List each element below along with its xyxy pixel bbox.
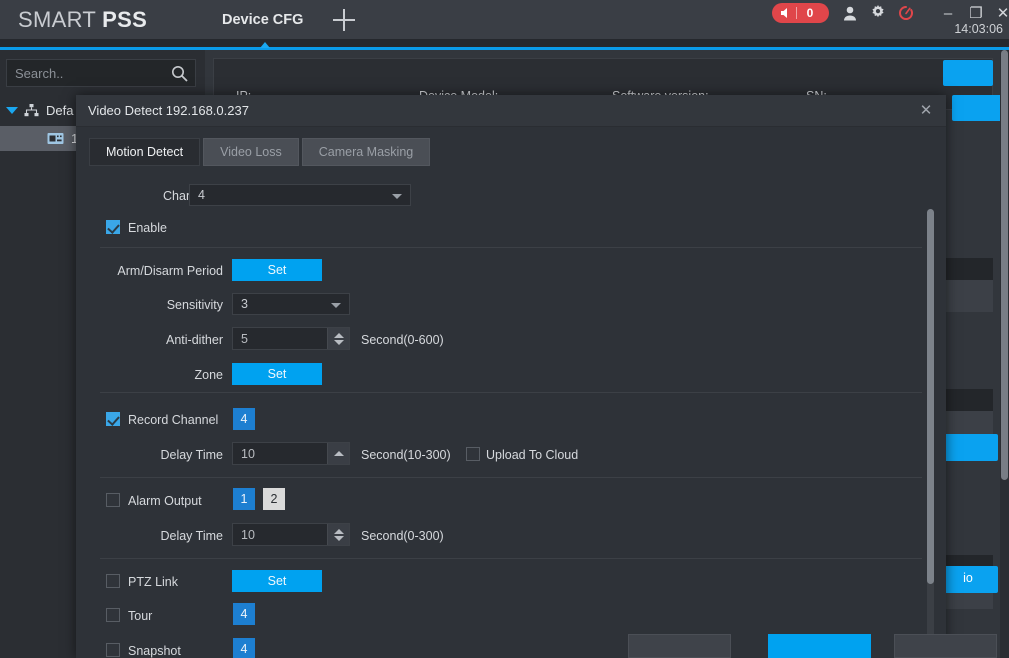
sensitivity-select[interactable]: 3 bbox=[232, 293, 350, 315]
dialog-footer-button-cancel[interactable] bbox=[894, 634, 997, 658]
ptz-link-label: PTZ Link bbox=[128, 575, 179, 589]
stepper-down-icon[interactable] bbox=[333, 535, 344, 541]
tab-camera-masking[interactable]: Camera Masking bbox=[301, 138, 431, 166]
record-delay-unit: Second(10-300) bbox=[361, 448, 451, 462]
stepper-up-icon[interactable] bbox=[333, 450, 344, 456]
search-input[interactable] bbox=[15, 60, 165, 86]
chevron-down-icon bbox=[392, 194, 402, 199]
app-logo: SMART PSS bbox=[18, 7, 147, 33]
minimize-button[interactable]: – bbox=[938, 3, 958, 23]
ptz-link-set-button[interactable]: Set bbox=[232, 570, 322, 592]
alarm-count: 0 bbox=[806, 6, 814, 20]
maximize-button[interactable]: ❐ bbox=[966, 3, 986, 23]
ptz-link-checkbox[interactable] bbox=[106, 574, 120, 588]
bg-scrollbar[interactable] bbox=[1000, 50, 1009, 658]
alarm-delay-unit: Second(0-300) bbox=[361, 529, 444, 543]
sensitivity-value: 3 bbox=[241, 297, 248, 311]
search-box[interactable] bbox=[6, 59, 196, 87]
tour-button-4[interactable]: 4 bbox=[233, 603, 255, 625]
divider-3 bbox=[100, 477, 922, 478]
bg-button-audio[interactable]: io bbox=[938, 566, 998, 593]
record-delay-stepper[interactable] bbox=[327, 443, 349, 464]
app-logo-smart: SMART bbox=[18, 7, 103, 32]
snapshot-button-4[interactable]: 4 bbox=[233, 638, 255, 658]
org-tree-icon bbox=[24, 104, 39, 117]
channel-no-value: 4 bbox=[198, 188, 205, 202]
bg-button-2[interactable] bbox=[952, 95, 1002, 121]
anti-dither-unit: Second(0-600) bbox=[361, 333, 444, 347]
record-channel-label: Record Channel bbox=[128, 413, 219, 427]
anti-dither-label: Anti-dither bbox=[166, 333, 223, 347]
channel-no-select[interactable]: 4 bbox=[189, 184, 411, 206]
bg-scrollbar-thumb bbox=[1001, 50, 1008, 480]
caret-down-icon[interactable] bbox=[6, 107, 18, 114]
tour-label: Tour bbox=[128, 609, 153, 623]
alarm-output-checkbox[interactable] bbox=[106, 493, 120, 507]
add-tab-icon[interactable] bbox=[333, 9, 355, 31]
upload-to-cloud-checkbox[interactable] bbox=[466, 447, 480, 461]
tab-motion-detect[interactable]: Motion Detect bbox=[89, 138, 201, 166]
tab-device-cfg[interactable]: Device CFG bbox=[222, 12, 303, 28]
record-delay-input[interactable]: 10 bbox=[232, 442, 350, 465]
dialog-footer-button-save[interactable] bbox=[768, 634, 871, 658]
record-delay-label: Delay Time bbox=[160, 448, 223, 462]
enable-label: Enable bbox=[128, 221, 167, 235]
chevron-down-icon bbox=[331, 303, 341, 308]
gear-icon[interactable] bbox=[868, 4, 888, 22]
tour-checkbox[interactable] bbox=[106, 608, 120, 622]
alarm-delay-stepper[interactable] bbox=[327, 524, 349, 545]
user-icon[interactable] bbox=[840, 4, 860, 22]
dialog-scrollbar-thumb[interactable] bbox=[927, 209, 934, 584]
alarm-delay-value: 10 bbox=[241, 528, 255, 542]
zone-label: Zone bbox=[194, 368, 224, 382]
record-channel-checkbox[interactable] bbox=[106, 412, 120, 426]
stepper-down-icon[interactable] bbox=[333, 339, 344, 345]
zone-set-button[interactable]: Set bbox=[232, 363, 322, 385]
clock: 14:03:06 bbox=[954, 22, 1003, 36]
close-window-button[interactable]: ✕ bbox=[993, 3, 1009, 23]
bg-button-3[interactable] bbox=[940, 434, 998, 461]
anti-dither-input[interactable]: 5 bbox=[232, 327, 350, 350]
video-detect-dialog: Video Detect 192.168.0.237 ✕ Motion Dete… bbox=[76, 95, 997, 658]
snapshot-label: Snapshot bbox=[128, 644, 181, 658]
enable-checkbox[interactable] bbox=[106, 220, 120, 234]
record-channel-button-4[interactable]: 4 bbox=[233, 408, 255, 430]
app-logo-pss: PSS bbox=[102, 7, 148, 32]
stepper-up-icon[interactable] bbox=[333, 528, 344, 534]
bg-button-1[interactable] bbox=[943, 60, 993, 86]
snapshot-checkbox[interactable] bbox=[106, 643, 120, 657]
search-icon[interactable] bbox=[171, 65, 188, 87]
dialog-title: Video Detect 192.168.0.237 bbox=[88, 103, 249, 118]
alarm-output-button-1[interactable]: 1 bbox=[233, 488, 255, 510]
alarm-output-button-2[interactable]: 2 bbox=[263, 488, 285, 510]
app-titlebar: SMART PSS Device CFG 0 – ❐ ✕ 14:03:06 bbox=[0, 0, 1009, 39]
sensitivity-label: Sensitivity bbox=[166, 298, 223, 312]
badge-divider bbox=[796, 7, 797, 19]
active-tab-indicator bbox=[260, 42, 270, 48]
record-delay-value: 10 bbox=[241, 447, 255, 461]
divider-1 bbox=[100, 247, 922, 248]
anti-dither-value: 5 bbox=[241, 332, 248, 346]
dialog-scrollbar[interactable] bbox=[927, 209, 934, 652]
dialog-footer-button-1[interactable] bbox=[628, 634, 731, 658]
alarm-badge[interactable]: 0 bbox=[772, 3, 829, 23]
dialog-close-icon[interactable]: ✕ bbox=[916, 101, 936, 121]
arm-disarm-label: Arm/Disarm Period bbox=[117, 264, 223, 278]
sidebar-group-label: Defa bbox=[46, 103, 74, 118]
anti-dither-stepper[interactable] bbox=[327, 328, 349, 349]
divider-4 bbox=[100, 558, 922, 559]
upload-to-cloud-label: Upload To Cloud bbox=[486, 448, 579, 462]
alarm-output-label: Alarm Output bbox=[128, 494, 202, 508]
device-icon bbox=[47, 132, 64, 145]
speaker-icon bbox=[779, 7, 793, 19]
alarm-delay-input[interactable]: 10 bbox=[232, 523, 350, 546]
divider-2 bbox=[100, 392, 922, 393]
arm-disarm-set-button[interactable]: Set bbox=[232, 259, 322, 281]
dialog-titlebar: Video Detect 192.168.0.237 ✕ bbox=[76, 95, 946, 127]
tab-video-loss[interactable]: Video Loss bbox=[203, 138, 299, 166]
dialog-tabs: Motion Detect Video Loss Camera Masking bbox=[89, 138, 433, 166]
speedometer-icon[interactable] bbox=[896, 4, 916, 22]
stepper-up-icon[interactable] bbox=[333, 332, 344, 338]
alarm-delay-label: Delay Time bbox=[160, 529, 223, 543]
